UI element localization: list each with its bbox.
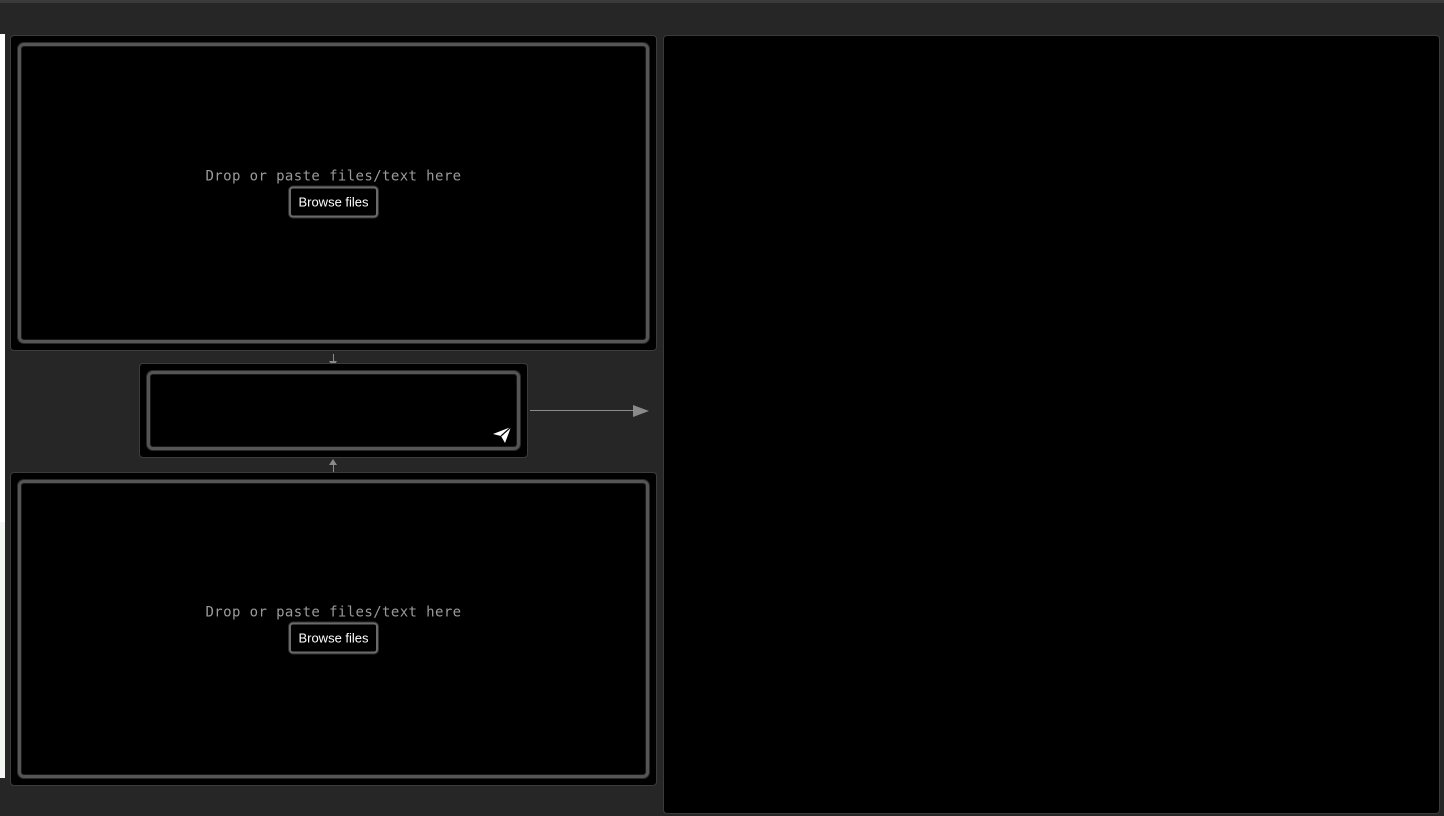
bottom-browse-files-button[interactable]: Browse files [289,622,378,654]
left-edge-strip-lower [0,522,5,778]
bottom-drop-text: Drop or paste files/text here [205,604,462,621]
bottom-drop-zone[interactable]: Drop or paste files/text here Browse fil… [18,480,649,778]
up-arrow-line [333,464,334,472]
bottom-input-panel: Drop or paste files/text here Browse fil… [10,472,657,786]
bottom-drop-content: Drop or paste files/text here Browse fil… [21,605,646,654]
send-button[interactable] [491,425,513,445]
top-drop-content: Drop or paste files/text here Browse fil… [21,169,646,218]
app-root: Drop or paste files/text here Browse fil… [0,0,1444,816]
prompt-input[interactable] [147,371,520,450]
right-arrow-line [530,410,634,411]
top-drop-text: Drop or paste files/text here [205,168,462,185]
prompt-panel [139,363,528,458]
top-drop-zone[interactable]: Drop or paste files/text here Browse fil… [18,43,649,343]
paper-plane-icon [493,426,512,443]
top-input-panel: Drop or paste files/text here Browse fil… [10,35,657,351]
top-border [0,0,1444,3]
right-arrow-icon [633,405,649,417]
output-panel [663,35,1440,814]
top-browse-files-button[interactable]: Browse files [289,186,378,218]
